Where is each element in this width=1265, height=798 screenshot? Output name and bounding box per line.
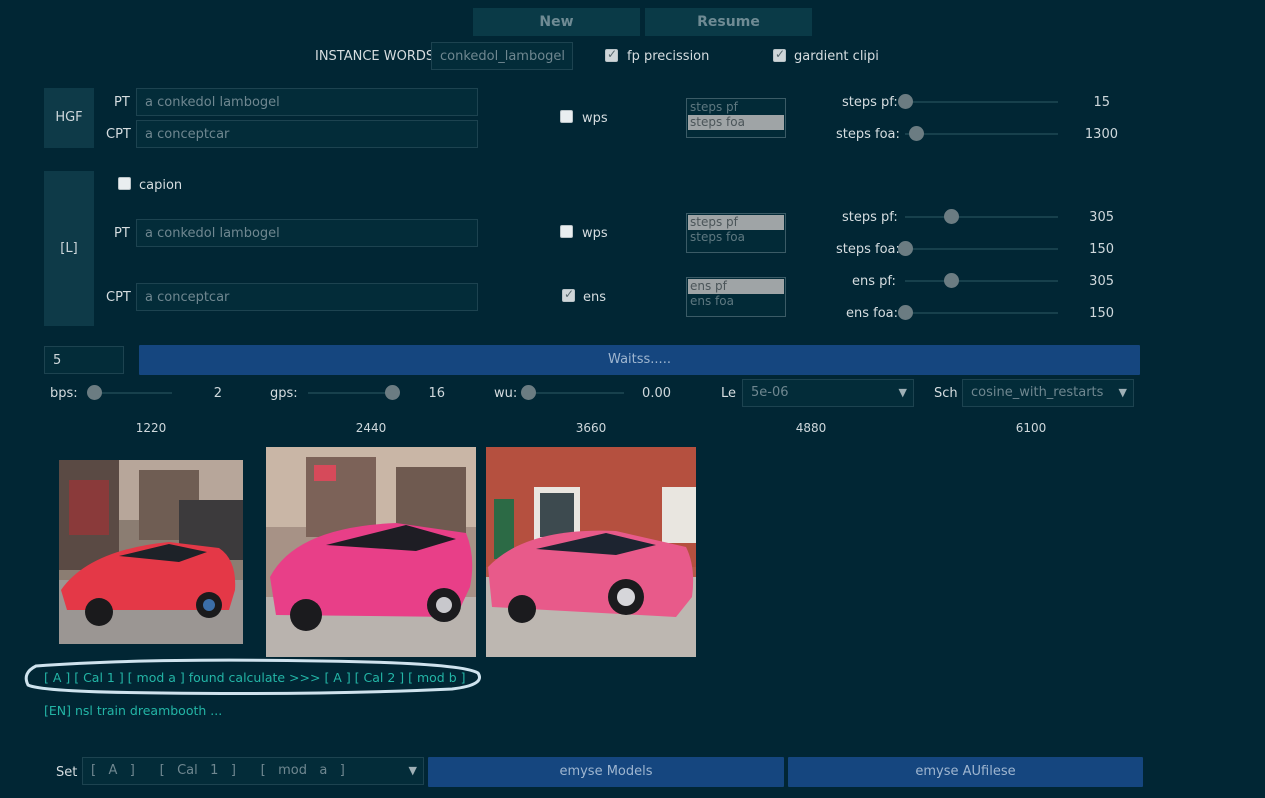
chevron-down-icon: ▼	[898, 386, 907, 399]
l-ens-foa-slider[interactable]	[898, 305, 1058, 320]
l-steps-pf-slider[interactable]	[905, 209, 1058, 224]
instance-words-input[interactable]	[431, 42, 573, 70]
resume-button[interactable]: Resume	[645, 8, 812, 36]
hgf-steps-foa-value: 1300	[1084, 127, 1118, 142]
ens-label: ens	[583, 290, 607, 305]
le-select[interactable]: 5e-06 ▼	[742, 379, 914, 407]
step-tick-label: 6100	[1015, 421, 1047, 435]
slider-thumb[interactable]	[908, 126, 924, 141]
sch-select-value: cosine_with_restarts	[971, 385, 1104, 400]
l-pt-label: PT	[114, 226, 130, 241]
list-item[interactable]: steps foa	[688, 230, 784, 245]
hgf-section-tab[interactable]: HGF	[44, 88, 94, 148]
wu-label: wu:	[494, 386, 518, 401]
l-steps-pf-value: 305	[1089, 210, 1114, 225]
l-pt-input[interactable]	[136, 219, 478, 247]
list-item[interactable]: ens pf	[688, 279, 784, 294]
slider-thumb[interactable]	[943, 273, 959, 288]
list-item[interactable]: ens foa	[688, 294, 784, 309]
le-label: Le	[721, 386, 737, 401]
set-select-value: [ A ] [ Cal 1 ] [ mod a ]	[91, 763, 345, 778]
hgf-steps-pf-label: steps pf:	[842, 95, 898, 110]
wait-button[interactable]: Waitss.....	[139, 345, 1140, 375]
le-select-value: 5e-06	[751, 385, 789, 400]
l-steps-pf-label: steps pf:	[842, 210, 898, 225]
bps-label: bps:	[50, 386, 78, 401]
slider-thumb[interactable]	[87, 385, 102, 400]
l-steps-foa-slider[interactable]	[898, 241, 1058, 256]
gps-label: gps:	[270, 386, 298, 401]
capion-checkbox[interactable]	[118, 177, 131, 190]
slider-thumb[interactable]	[898, 241, 913, 256]
l-ens-foa-label: ens foa:	[846, 306, 899, 321]
l-wps-label: wps	[582, 226, 608, 241]
step-tick-label: 1220	[135, 421, 167, 435]
chevron-down-icon: ▼	[1118, 386, 1127, 399]
l-wps-checkbox[interactable]	[560, 225, 573, 238]
l-cpt-input[interactable]	[136, 283, 478, 311]
hgf-steps-foa-label: steps foa:	[836, 127, 900, 142]
slider-thumb[interactable]	[521, 385, 536, 400]
step-tick-label: 2440	[355, 421, 387, 435]
gradient-clip-checkbox[interactable]	[773, 47, 786, 62]
hgf-steps-listbox[interactable]: steps pf steps foa	[686, 98, 786, 138]
slider-thumb[interactable]	[898, 94, 913, 109]
status-line: [ A ] [ Cal 1 ] [ mod a ] found calculat…	[44, 670, 466, 685]
info-line: [EN] nsl train dreambooth ...	[44, 703, 223, 718]
bps-value: 2	[213, 386, 222, 401]
l-ens-listbox[interactable]: ens pf ens foa	[686, 277, 786, 317]
list-item[interactable]: steps foa	[688, 115, 784, 130]
hgf-steps-pf-value: 15	[1093, 95, 1110, 110]
hgf-cpt-input[interactable]	[136, 120, 478, 148]
l-steps-listbox[interactable]: steps pf steps foa	[686, 213, 786, 253]
hgf-pt-input[interactable]	[136, 88, 478, 116]
l-ens-pf-slider[interactable]	[905, 273, 1058, 288]
step-tick-label: 4880	[795, 421, 827, 435]
l-cpt-label: CPT	[106, 290, 131, 305]
wu-slider[interactable]	[521, 385, 624, 400]
hgf-steps-foa-slider[interactable]	[905, 126, 1058, 141]
count-input[interactable]	[44, 346, 124, 374]
l-ens-foa-value: 150	[1089, 306, 1114, 321]
step-tick-label: 3660	[575, 421, 607, 435]
emyse-aufilese-button[interactable]: emyse AUfilese	[788, 757, 1143, 787]
instance-words-label: INSTANCE WORDS	[315, 49, 435, 64]
l-steps-foa-label: steps foa:	[836, 242, 900, 257]
bps-slider[interactable]	[87, 385, 172, 400]
hgf-steps-pf-slider[interactable]	[898, 94, 1058, 109]
emyse-models-button[interactable]: emyse Models	[428, 757, 784, 787]
chevron-down-icon: ▼	[408, 764, 417, 777]
gps-value: 16	[428, 386, 445, 401]
hgf-cpt-label: CPT	[106, 127, 131, 142]
set-label: Set	[56, 765, 78, 780]
gps-slider[interactable]	[308, 385, 400, 400]
l-steps-foa-value: 150	[1089, 242, 1114, 257]
gradient-clip-label: gardient clipi	[794, 49, 879, 64]
fp-precision-label: fp precission	[627, 49, 710, 64]
hgf-wps-label: wps	[582, 111, 608, 126]
l-ens-pf-label: ens pf:	[852, 274, 896, 289]
l-section-tab[interactable]: [L]	[44, 171, 94, 326]
hgf-pt-label: PT	[114, 95, 130, 110]
sample-image-3	[486, 447, 696, 657]
slider-thumb[interactable]	[943, 209, 959, 224]
set-select[interactable]: [ A ] [ Cal 1 ] [ mod a ] ▼	[82, 757, 424, 785]
new-button[interactable]: New	[473, 8, 640, 36]
slider-thumb[interactable]	[898, 305, 913, 320]
ens-checkbox[interactable]	[562, 287, 575, 302]
sch-select[interactable]: cosine_with_restarts ▼	[962, 379, 1134, 407]
wu-value: 0.00	[642, 386, 671, 401]
list-item[interactable]: steps pf	[688, 100, 784, 115]
capion-label: capion	[139, 178, 183, 193]
sample-image-1	[59, 460, 243, 644]
sch-label: Sch	[934, 386, 958, 401]
fp-precision-checkbox[interactable]	[605, 47, 618, 62]
l-ens-pf-value: 305	[1089, 274, 1114, 289]
sample-image-2	[266, 447, 476, 657]
hgf-wps-checkbox[interactable]	[560, 110, 573, 123]
list-item[interactable]: steps pf	[688, 215, 784, 230]
